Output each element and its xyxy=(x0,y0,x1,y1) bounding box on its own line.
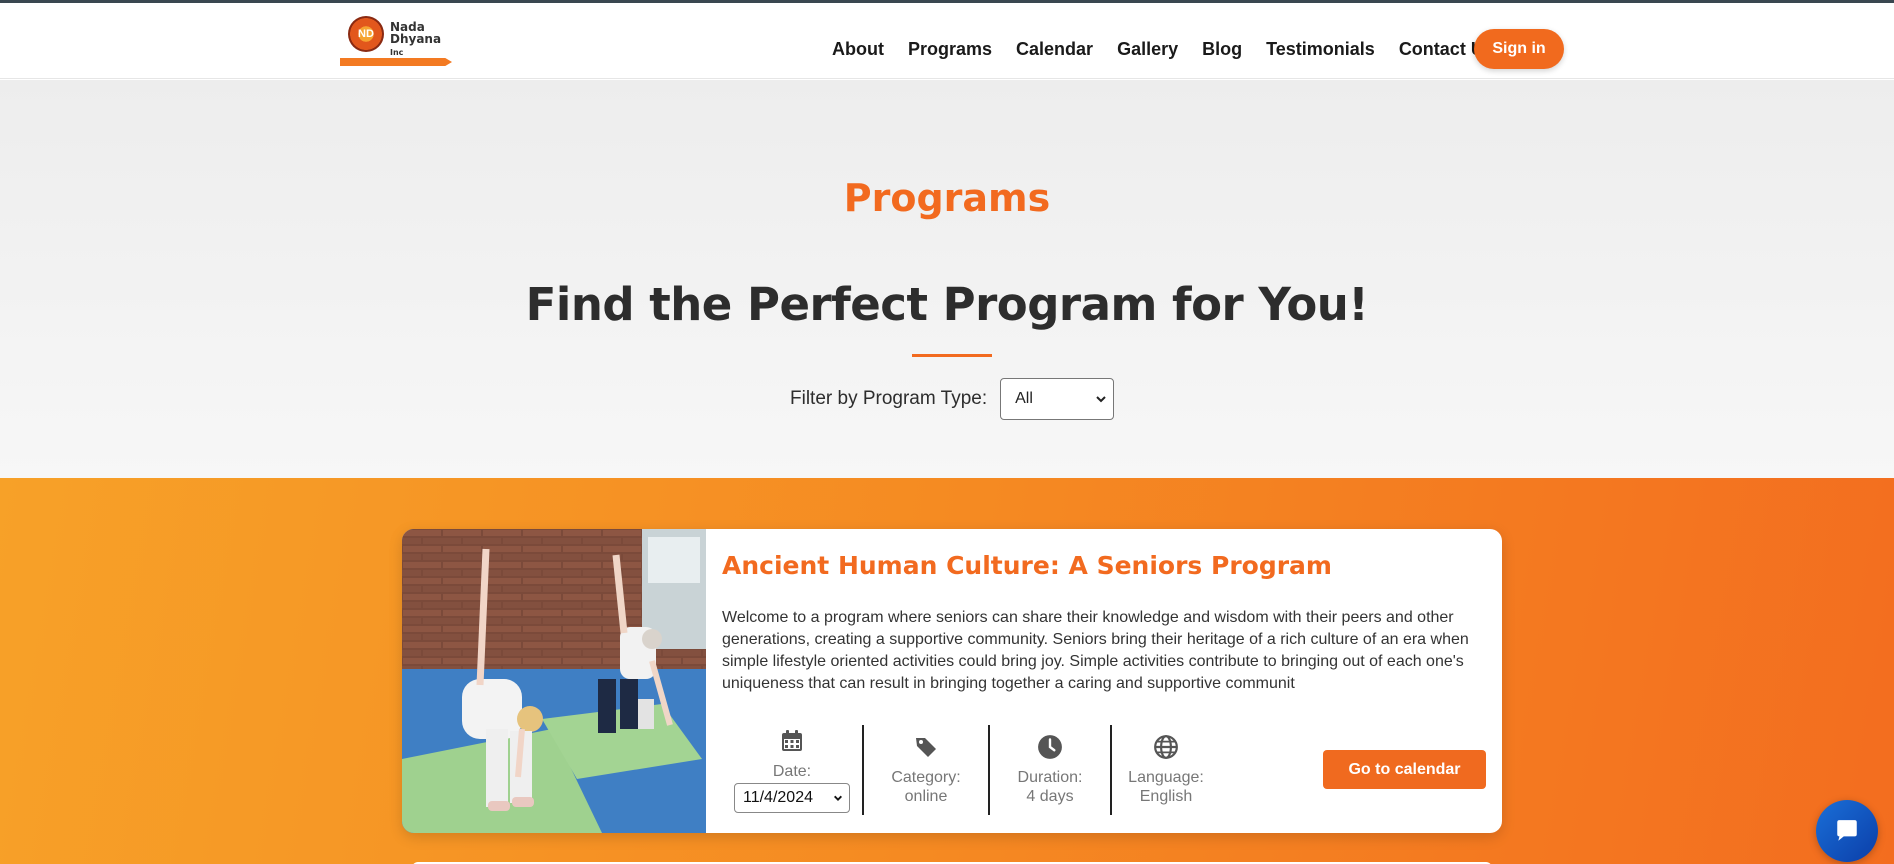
section-eyebrow: Programs xyxy=(843,176,1051,220)
program-meta: Date: 11/4/2024 Category: online Duratio… xyxy=(722,725,1220,815)
logo-underline-bar xyxy=(340,58,452,66)
globe-icon xyxy=(1153,734,1179,760)
program-title: Ancient Human Culture: A Seniors Program xyxy=(722,551,1332,580)
nav-calendar[interactable]: Calendar xyxy=(1016,29,1093,69)
language-label: Language: xyxy=(1128,769,1204,786)
sign-in-button[interactable]: Sign in xyxy=(1474,29,1564,69)
headline-divider xyxy=(912,354,992,357)
meta-date: Date: 11/4/2024 xyxy=(722,725,862,815)
filter-selected-value: All xyxy=(1015,390,1033,407)
meta-category: Category: online xyxy=(864,725,988,815)
site-header: ND Nada Dhyana Inc About Programs Calend… xyxy=(0,3,1894,79)
chat-bubble-icon xyxy=(1837,820,1857,841)
date-select[interactable]: 11/4/2024 xyxy=(734,782,850,813)
brand-logo[interactable]: ND Nada Dhyana Inc xyxy=(340,13,452,69)
page-headline: Find the Perfect Program for You! xyxy=(525,278,1369,331)
meta-language: Language: English xyxy=(1112,725,1220,815)
chat-launcher-button[interactable] xyxy=(1816,800,1878,862)
nav-testimonials[interactable]: Testimonials xyxy=(1266,29,1375,69)
category-label: Category: xyxy=(891,769,961,786)
duration-label: Duration: xyxy=(1017,769,1083,786)
chevron-down-icon xyxy=(834,795,842,801)
clock-icon xyxy=(1037,734,1063,760)
program-photo xyxy=(402,529,706,833)
logo-emblem-icon: ND xyxy=(348,16,384,52)
calendar-icon xyxy=(779,728,805,754)
nav-blog[interactable]: Blog xyxy=(1202,29,1242,69)
nav-programs[interactable]: Programs xyxy=(908,29,992,69)
tag-icon xyxy=(913,734,939,760)
category-value: online xyxy=(904,788,948,805)
program-type-filter: Filter by Program Type: All xyxy=(790,378,1115,420)
seniors-stretching-photo xyxy=(402,529,706,833)
programs-hero: Programs Find the Perfect Program for Yo… xyxy=(0,80,1894,478)
program-type-select[interactable]: All xyxy=(1000,378,1115,420)
chevron-down-icon xyxy=(1096,396,1106,403)
logo-suffix: Inc xyxy=(390,48,404,57)
language-value: English xyxy=(1139,788,1193,805)
logo-line2: Dhyana xyxy=(390,32,442,46)
meta-duration: Duration: 4 days xyxy=(990,725,1110,815)
nav-gallery[interactable]: Gallery xyxy=(1117,29,1178,69)
logo-mark: ND xyxy=(358,28,374,40)
nav-about[interactable]: About xyxy=(832,29,884,69)
main-nav: About Programs Calendar Gallery Blog Tes… xyxy=(832,29,1518,69)
duration-value: 4 days xyxy=(1026,788,1074,805)
date-selected-value: 11/4/2024 xyxy=(743,789,813,806)
logo-wordmark: Nada Dhyana Inc xyxy=(390,21,452,59)
date-label: Date: xyxy=(772,762,812,780)
program-description: Welcome to a program where seniors can s… xyxy=(722,609,1469,692)
go-to-calendar-button[interactable]: Go to calendar xyxy=(1323,750,1486,789)
filter-label: Filter by Program Type: xyxy=(790,388,988,409)
